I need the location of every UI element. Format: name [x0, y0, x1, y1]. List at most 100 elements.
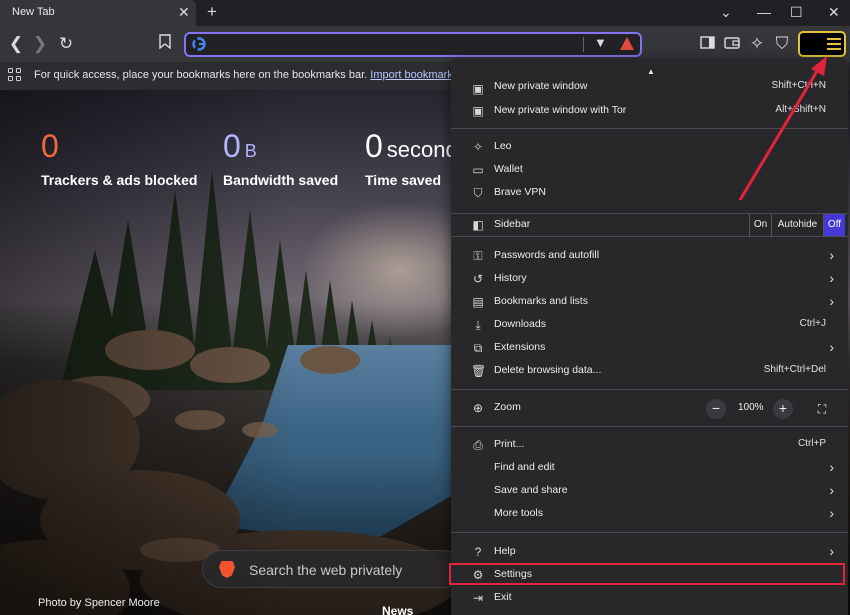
maximize-icon[interactable]: ☐: [790, 3, 803, 21]
tab-search-chevron-icon[interactable]: ⌄: [720, 3, 732, 21]
forward-icon[interactable]: ❯: [30, 34, 50, 54]
wallet-icon: ▭: [472, 163, 484, 177]
menu-item-more-tools[interactable]: More tools ›: [451, 503, 848, 525]
chevron-right-icon: ›: [829, 505, 834, 521]
menu-item-shortcut: Shift+Ctrl+N: [771, 80, 826, 91]
sidebar-icon: ◧: [472, 218, 484, 232]
menu-item-label: Downloads: [494, 318, 546, 330]
window-close-icon[interactable]: ✕: [828, 3, 840, 21]
sidebar-autohide-option[interactable]: Autohide: [771, 214, 823, 236]
menu-item-find-edit[interactable]: Find and edit ›: [451, 457, 848, 479]
menu-item-label: Help: [494, 545, 516, 557]
print-icon: ⎙: [473, 438, 483, 452]
fullscreen-icon[interactable]: ⛶: [811, 399, 833, 419]
menu-item-exit[interactable]: ⇥ Exit: [451, 587, 848, 609]
settings-highlight-box: [449, 563, 845, 585]
help-icon: ?: [474, 545, 482, 559]
bookmarks-icon: ▤: [472, 295, 484, 309]
menu-divider: [451, 426, 848, 427]
menu-divider: [451, 389, 848, 390]
menu-item-label: Wallet: [494, 163, 523, 175]
menu-item-bookmarks[interactable]: ▤ Bookmarks and lists ›: [451, 291, 848, 313]
bandwidth-unit: B: [244, 141, 257, 161]
news-button[interactable]: News: [382, 604, 413, 615]
minimize-icon[interactable]: —: [757, 3, 771, 21]
history-icon: ↺: [472, 272, 484, 286]
menu-item-downloads[interactable]: ⤓ Downloads Ctrl+J: [451, 314, 848, 336]
chevron-right-icon: ›: [829, 543, 834, 559]
trackers-value: 0: [41, 128, 59, 164]
menu-item-help[interactable]: ? Help ›: [451, 541, 848, 563]
menu-item-label: Sidebar: [494, 218, 531, 230]
menu-item-shortcut: Ctrl+J: [799, 318, 826, 329]
menu-item-save-share[interactable]: Save and share ›: [451, 480, 848, 502]
sidebar-on-option[interactable]: On: [749, 214, 771, 236]
new-tab-plus-icon[interactable]: +: [207, 3, 217, 21]
zoom-out-button[interactable]: −: [706, 399, 726, 419]
menu-item-wallet[interactable]: ▭ Wallet: [451, 159, 848, 181]
chevron-right-icon: ›: [829, 247, 834, 263]
scroll-up-icon[interactable]: ▲: [647, 67, 655, 76]
menu-item-label: Zoom: [494, 401, 521, 413]
time-label: Time saved: [365, 172, 442, 188]
sidebar-off-option[interactable]: Off: [823, 214, 845, 236]
apps-grid-icon[interactable]: [8, 68, 22, 82]
menu-divider: [451, 532, 848, 533]
chevron-right-icon: ›: [829, 482, 834, 498]
photo-credit: Photo by Spencer Moore: [38, 597, 160, 609]
sidebar-toggle-icon[interactable]: [697, 34, 717, 54]
leo-icon[interactable]: ✧: [747, 34, 767, 54]
chevron-right-icon: ›: [829, 293, 834, 309]
reload-icon[interactable]: ↻: [56, 34, 76, 54]
menu-item-leo[interactable]: ✧ Leo: [451, 136, 848, 158]
vpn-icon[interactable]: ⛉: [772, 34, 792, 54]
menu-item-delete-data[interactable]: 🗑︎ Delete browsing data... Shift+Ctrl+De…: [451, 360, 848, 382]
chevron-right-icon: ›: [829, 270, 834, 286]
menu-item-label: Delete browsing data...: [494, 364, 602, 376]
menu-item-label: More tools: [494, 507, 544, 519]
menu-item-passwords[interactable]: ⚿ Passwords and autofill ›: [451, 245, 848, 267]
close-tab-icon[interactable]: ✕: [178, 4, 190, 20]
menu-item-label: Save and share: [494, 484, 568, 496]
hamburger-icon: [827, 38, 841, 53]
bookmark-icon[interactable]: [155, 34, 175, 54]
address-divider: [583, 37, 584, 52]
menu-item-print[interactable]: ⎙ Print... Ctrl+P: [451, 434, 848, 456]
menu-item-brave-vpn[interactable]: ⛉ Brave VPN: [451, 182, 848, 204]
main-menu-button[interactable]: [798, 31, 846, 57]
time-value: 0: [365, 128, 383, 164]
vpn-icon: ⛉: [473, 186, 483, 200]
menu-divider: [451, 128, 848, 129]
main-menu: ▲ ▣ New private window Shift+Ctrl+N ▣ Ne…: [451, 58, 848, 615]
tab-new-tab[interactable]: New Tab ✕: [0, 0, 196, 26]
menu-item-label: Brave VPN: [494, 186, 546, 198]
menu-item-zoom: ⊕ Zoom − 100% + ⛶: [451, 397, 848, 419]
brave-rewards-icon[interactable]: [620, 37, 634, 50]
menu-item-label: New private window with Tor: [494, 104, 627, 116]
address-bar[interactable]: ▼: [184, 32, 642, 57]
google-icon: [191, 36, 207, 52]
menu-item-label: New private window: [494, 80, 588, 92]
back-icon[interactable]: ❮: [6, 34, 26, 54]
bandwidth-value: 0: [223, 128, 241, 164]
menu-item-label: Exit: [494, 591, 512, 603]
brave-shields-icon[interactable]: ▼: [594, 35, 607, 50]
wallet-icon[interactable]: [722, 34, 742, 54]
tor-window-icon: ▣: [472, 104, 484, 118]
menu-item-label: History: [494, 272, 527, 284]
zoom-in-button[interactable]: +: [773, 399, 793, 419]
menu-item-new-private-window[interactable]: ▣ New private window Shift+Ctrl+N: [451, 78, 848, 100]
trackers-label: Trackers & ads blocked: [41, 172, 198, 188]
tab-title: New Tab: [12, 6, 55, 18]
menu-item-extensions[interactable]: ⧉ Extensions ›: [451, 337, 848, 359]
private-window-icon: ▣: [472, 82, 484, 96]
menu-item-sidebar: ◧ Sidebar On Autohide Off: [451, 214, 848, 236]
menu-item-history[interactable]: ↺ History ›: [451, 268, 848, 290]
menu-item-label: Print...: [494, 438, 525, 450]
bookmarks-bar-hint: For quick access, place your bookmarks h…: [34, 69, 490, 81]
menu-item-label: Leo: [494, 140, 512, 152]
menu-item-label: Find and edit: [494, 461, 555, 473]
trash-icon: 🗑︎: [471, 364, 487, 378]
search-box[interactable]: Search the web privately: [202, 550, 462, 588]
menu-item-new-private-tor[interactable]: ▣ New private window with Tor Alt+Shift+…: [451, 100, 848, 122]
